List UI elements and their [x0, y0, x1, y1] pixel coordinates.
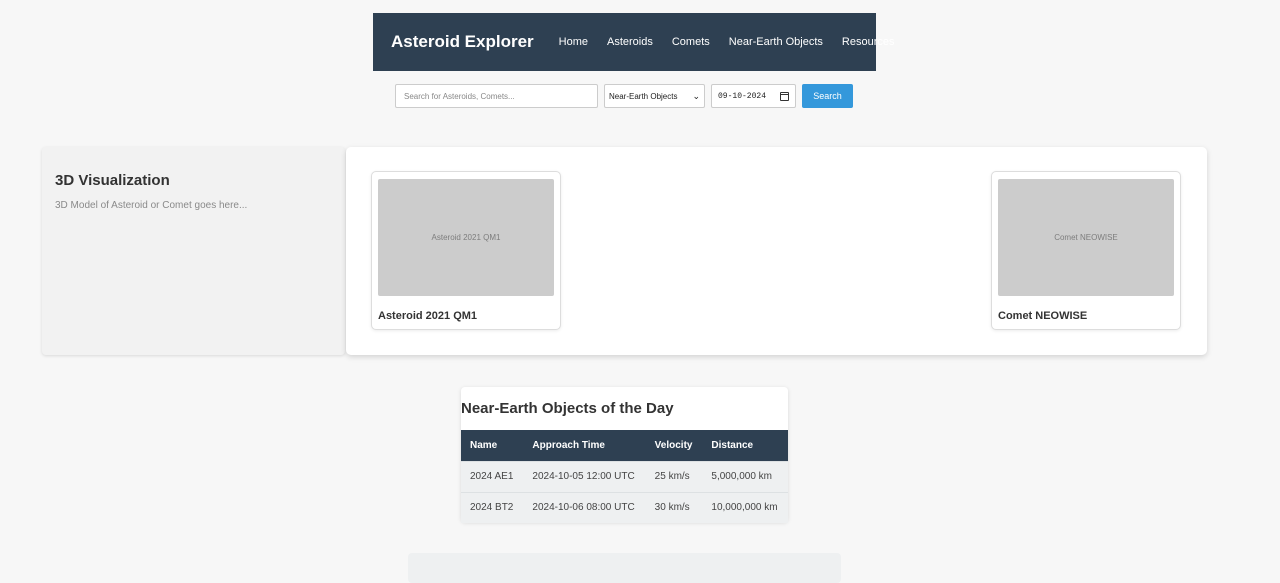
- cell-name: 2024 BT2: [461, 491, 524, 523]
- nav-link-near-earth-objects[interactable]: Near-Earth Objects: [729, 36, 823, 48]
- neo-table: Name Approach Time Velocity Distance 202…: [461, 430, 788, 523]
- card-image: Comet NEOWISE: [998, 179, 1174, 296]
- column-header-name: Name: [461, 430, 524, 461]
- column-header-distance: Distance: [702, 430, 788, 461]
- cell-distance: 10,000,000 km: [702, 491, 788, 523]
- cell-velocity: 30 km/s: [645, 491, 703, 523]
- cell-velocity: 25 km/s: [645, 460, 703, 492]
- card-image: Asteroid 2021 QM1: [378, 179, 554, 296]
- calendar-icon[interactable]: [780, 91, 789, 101]
- table-header-row: Name Approach Time Velocity Distance: [461, 430, 788, 461]
- card-title: Comet NEOWISE: [998, 310, 1088, 322]
- brand-title[interactable]: Asteroid Explorer: [391, 32, 534, 52]
- visualization-title: 3D Visualization: [55, 172, 170, 189]
- nav-link-comets[interactable]: Comets: [672, 36, 710, 48]
- cell-distance: 5,000,000 km: [702, 460, 788, 492]
- cell-name: 2024 AE1: [461, 460, 524, 492]
- table-row: 2024 BT2 2024-10-06 08:00 UTC 30 km/s 10…: [461, 491, 788, 523]
- column-header-approach-time: Approach Time: [523, 430, 646, 461]
- object-card-asteroid[interactable]: Asteroid 2021 QM1 Asteroid 2021 QM1: [371, 171, 561, 330]
- cell-approach-time: 2024-10-06 08:00 UTC: [523, 491, 646, 523]
- column-header-velocity: Velocity: [645, 430, 703, 461]
- object-card-comet[interactable]: Comet NEOWISE Comet NEOWISE: [991, 171, 1181, 330]
- search-button[interactable]: Search: [802, 84, 853, 108]
- object-type-select[interactable]: Near-Earth Objects ⌄: [604, 84, 705, 108]
- table-row: 2024 AE1 2024-10-05 12:00 UTC 25 km/s 5,…: [461, 460, 788, 492]
- visualization-panel: 3D Visualization 3D Model of Asteroid or…: [42, 147, 345, 355]
- object-type-selected: Near-Earth Objects: [609, 91, 678, 101]
- nav-link-resources[interactable]: Resources: [842, 36, 895, 48]
- date-value: 09-10-2024: [718, 91, 767, 101]
- top-navbar: Asteroid Explorer Home Asteroids Comets …: [373, 13, 895, 71]
- chevron-down-icon: ⌄: [692, 90, 700, 101]
- nav-link-home[interactable]: Home: [559, 36, 588, 48]
- neo-of-the-day-panel: Near-Earth Objects of the Day Name Appro…: [461, 387, 788, 523]
- date-input[interactable]: 09-10-2024: [711, 84, 796, 108]
- visualization-placeholder: 3D Model of Asteroid or Comet goes here.…: [55, 200, 248, 211]
- neo-section-title: Near-Earth Objects of the Day: [461, 400, 674, 417]
- search-input[interactable]: [395, 84, 598, 108]
- cell-approach-time: 2024-10-05 12:00 UTC: [523, 460, 646, 492]
- featured-objects-panel: Asteroid 2021 QM1 Asteroid 2021 QM1 Come…: [346, 147, 1207, 355]
- nav-link-asteroids[interactable]: Asteroids: [607, 36, 653, 48]
- next-section-panel: [408, 553, 841, 583]
- card-title: Asteroid 2021 QM1: [378, 310, 478, 322]
